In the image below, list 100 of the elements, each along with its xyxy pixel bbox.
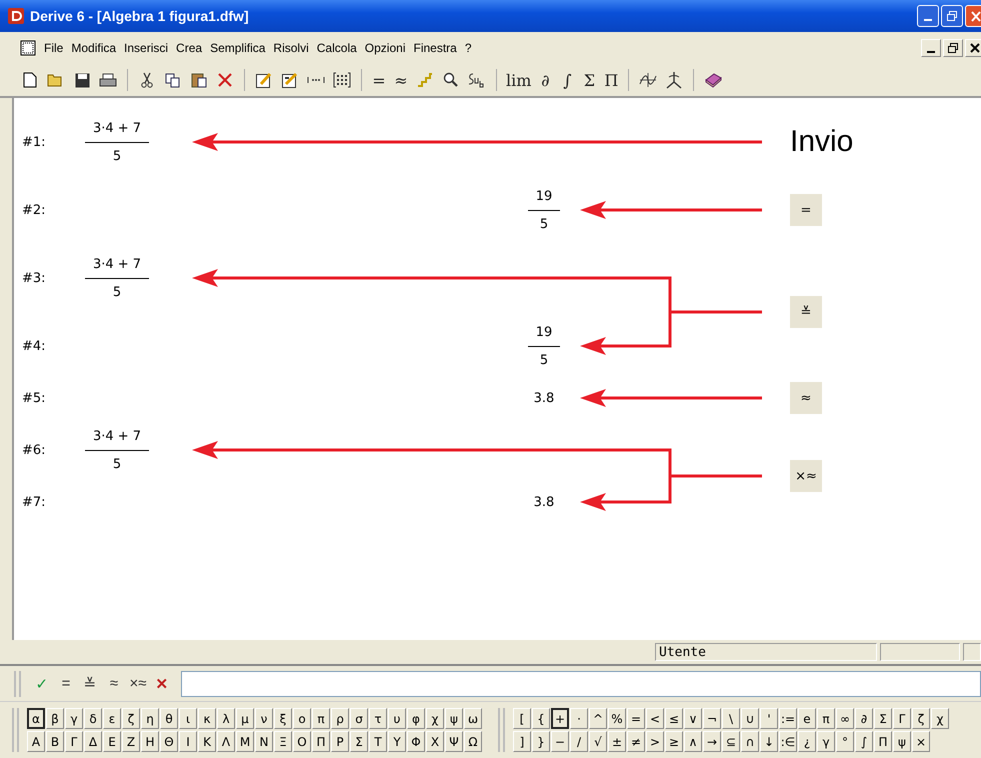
symbol-key[interactable]: γ [817,731,835,752]
symbol-key[interactable]: \ [722,708,740,729]
minimize-button[interactable] [921,39,941,57]
symbol-key[interactable]: ζ [122,708,140,729]
symbol-key[interactable]: ⊆ [722,731,740,752]
toolbar-grip[interactable] [12,708,19,752]
restore-button[interactable] [943,39,963,57]
toolbar-button[interactable]: ≈ [391,68,411,92]
expression-value[interactable]: 3.8 [534,494,554,510]
delete-icon[interactable] [218,73,232,87]
plot-icon[interactable] [639,72,658,88]
symbol-key[interactable]: υ [388,708,406,729]
menu-item[interactable]: Modifica [67,41,120,55]
symbol-key[interactable]: σ [350,708,368,729]
symbol-key[interactable]: ° [836,731,854,752]
document-icon[interactable] [20,40,36,56]
symbol-key[interactable]: → [703,731,721,752]
entry-button[interactable]: ✕ [151,674,173,692]
symbol-key[interactable]: ∫ [855,731,873,752]
pencil-note-icon[interactable] [282,72,298,88]
entry-button[interactable]: ×≈ [127,675,149,692]
menu-item[interactable]: Finestra [409,41,461,55]
symbol-key[interactable]: ψ [445,708,463,729]
symbol-key[interactable]: Χ [426,731,444,752]
symbol-key[interactable]: Ω [464,731,482,752]
symbol-key[interactable]: Τ [369,731,387,752]
symbol-key[interactable]: Β [46,731,64,752]
symbol-key[interactable]: Κ [198,731,216,752]
toolbar-grip[interactable] [14,670,21,696]
expression-value[interactable]: 3.8 [534,390,554,406]
symbol-key[interactable]: / [570,731,588,752]
symbol-key[interactable]: Ξ [274,731,292,752]
symbol-key[interactable]: Ρ [331,731,349,752]
menu-item[interactable]: Inserisci [120,41,172,55]
symbol-key[interactable]: :∈ [779,731,797,752]
book-icon[interactable] [704,72,722,88]
save-icon[interactable] [74,72,90,88]
symbol-key[interactable]: Ζ [122,731,140,752]
symbol-key[interactable]: η [141,708,159,729]
matrix-icon[interactable] [333,72,351,88]
symbol-key[interactable]: φ [407,708,425,729]
symbol-key[interactable]: Θ [160,731,178,752]
symbol-key[interactable]: ] [513,731,531,752]
symbol-key[interactable]: Ε [103,731,121,752]
printer-icon[interactable] [99,72,117,88]
symbol-key[interactable]: ∪ [741,708,759,729]
symbol-key[interactable]: ξ [274,708,292,729]
new-file-icon[interactable] [23,72,37,88]
menu-item[interactable]: Calcola [312,41,361,55]
toolbar-button[interactable]: = [369,68,389,92]
symbol-key[interactable]: ν [255,708,273,729]
symbol-key[interactable]: χ [426,708,444,729]
symbol-key[interactable]: Α [27,731,45,752]
fraction[interactable]: 3·4 + 7 5 [84,428,150,472]
symbol-key[interactable]: ¬ [703,708,721,729]
symbol-key[interactable]: ρ [331,708,349,729]
symbol-key[interactable]: Λ [217,731,235,752]
menu-item[interactable]: Opzioni [360,41,410,55]
vector-icon[interactable] [306,75,326,85]
symbol-key[interactable]: · [570,708,588,729]
symbol-key[interactable]: ≠ [627,731,645,752]
entry-button[interactable]: ≚ [79,674,101,692]
toolbar-button[interactable]: ∫ [557,68,578,92]
symbol-key[interactable]: π [817,708,835,729]
symbol-key[interactable]: { [532,708,550,729]
symbol-key[interactable]: ψ [893,731,911,752]
fraction[interactable]: 19 5 [528,324,560,368]
toolbar-button[interactable]: Π [601,68,622,92]
symbol-key[interactable]: ¿ [798,731,816,752]
fraction[interactable]: 3·4 + 7 5 [84,120,150,164]
symbol-key[interactable]: Γ [65,731,83,752]
symbol-key[interactable]: Ν [255,731,273,752]
symbol-key[interactable]: γ [65,708,83,729]
symbol-key[interactable]: Σ [874,708,892,729]
entry-button[interactable]: ≈ [103,675,125,692]
symbol-key[interactable]: ∂ [855,708,873,729]
symbol-key[interactable]: ± [608,731,626,752]
symbol-key[interactable]: κ [198,708,216,729]
menu-item[interactable]: Semplifica [206,41,270,55]
copy-icon[interactable] [165,72,181,88]
fraction[interactable]: 3·4 + 7 5 [84,256,150,300]
symbol-key[interactable]: ε [103,708,121,729]
clipboard-icon[interactable] [191,72,207,88]
symbol-key[interactable]: := [779,708,797,729]
symbol-key[interactable]: % [608,708,626,729]
toolbar-button[interactable]: Σ [579,68,600,92]
toolbar-grip[interactable] [498,708,505,752]
symbol-key[interactable]: Σ [350,731,368,752]
symbol-key[interactable]: Ο [293,731,311,752]
symbol-key[interactable]: ≥ [665,731,683,752]
symbol-key[interactable]: − [551,731,569,752]
symbol-key[interactable]: = [627,708,645,729]
toolbar-button[interactable]: ∂ [535,68,556,92]
symbol-key[interactable]: Π [874,731,892,752]
menu-item[interactable]: Risolvi [269,41,313,55]
symbol-key[interactable]: ↓ [760,731,778,752]
symbol-key[interactable]: δ [84,708,102,729]
symbol-key[interactable]: Δ [84,731,102,752]
entry-button[interactable]: = [55,675,77,692]
symbol-key[interactable]: χ [931,708,949,729]
